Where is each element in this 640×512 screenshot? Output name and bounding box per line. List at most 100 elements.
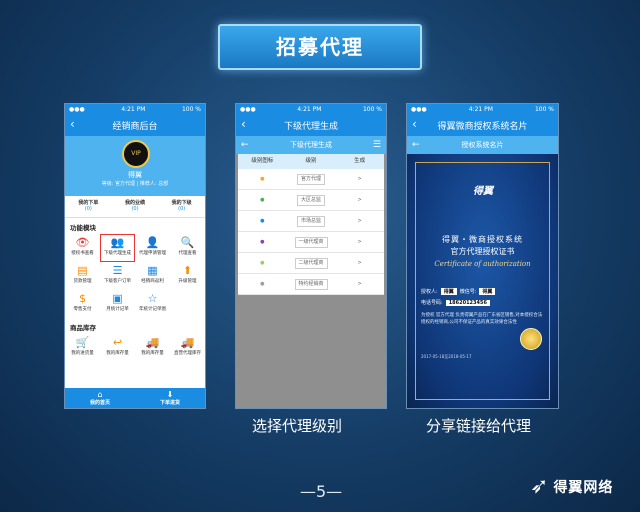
phone-dealer-backend: ●●● 4:21 PM 100 % ‹ 经销商后台 VIP 得翼 等级: 官方代… bbox=[64, 103, 206, 409]
battery-level: 100 % bbox=[181, 105, 201, 113]
slide-title: 招募代理 bbox=[218, 24, 422, 70]
stock-inventory-2[interactable]: 🚚 我的库存量 bbox=[135, 334, 170, 362]
function-auth-view[interactable]: 👁 授权书查看 bbox=[65, 234, 100, 262]
brand-footer: ➶ 得翼网络 bbox=[530, 474, 613, 499]
section-functions: 功能模块 bbox=[70, 224, 96, 232]
brand-name: 得翼网络 bbox=[553, 479, 614, 496]
user-add-icon: 👤 bbox=[145, 236, 160, 249]
chevron-right-icon[interactable]: > bbox=[335, 274, 384, 294]
back-icon[interactable]: ‹ bbox=[70, 117, 75, 131]
function-rebate[interactable]: ▦ 经销商返利 bbox=[135, 262, 170, 290]
phone-sub-agent: ●●● 4:21 PM 100 % ‹ 下级代理生成 ← 下级代理生成 ☰ 级别… bbox=[235, 103, 387, 409]
back-icon[interactable]: ‹ bbox=[412, 117, 417, 131]
profile-name: 得翼 bbox=[128, 171, 142, 179]
status-bar: ●●● 4:21 PM 100 % bbox=[407, 104, 558, 114]
function-label: 货款管理 bbox=[73, 279, 92, 284]
function-label: 零售支付 bbox=[73, 307, 92, 312]
status-time: 4:21 PM bbox=[121, 105, 146, 113]
tab-home[interactable]: ⌂ 我的首页 bbox=[65, 388, 135, 408]
level-label: 大区总监 bbox=[297, 195, 326, 206]
person-icon: ● bbox=[260, 218, 265, 224]
table-row[interactable]: ● 市场总监 > bbox=[238, 211, 384, 232]
cert-title: 得翼・微商授权系统 bbox=[442, 235, 523, 244]
stock-inventory[interactable]: ↩ 我的库存量 bbox=[100, 334, 135, 362]
stat-subordinates[interactable]: 我的下级 (0) bbox=[158, 196, 205, 217]
back-icon[interactable]: ‹ bbox=[241, 117, 246, 131]
profile-sub: 等级: 官方代理 | 推荐人: 总部 bbox=[101, 181, 169, 187]
function-upgrade[interactable]: ⬆ 升级管理 bbox=[170, 262, 205, 290]
stock-purchase[interactable]: 🛒 我的进货量 bbox=[65, 334, 100, 362]
stat-orders[interactable]: 我的下单 (0) bbox=[65, 196, 112, 217]
page-title: 经销商后台 bbox=[112, 121, 158, 132]
function-apply-manage[interactable]: 👤 代理申请管理 bbox=[135, 234, 170, 262]
chevron-right-icon[interactable]: > bbox=[335, 190, 384, 210]
caption-select-level: 选择代理级别 bbox=[252, 417, 343, 435]
table-row[interactable]: ● 官方代理 > bbox=[238, 169, 384, 190]
chevron-right-icon[interactable]: > bbox=[335, 253, 384, 273]
wx-value: 得翼 bbox=[479, 288, 496, 295]
arrow-left-icon[interactable]: ← bbox=[241, 140, 249, 150]
stock-label: 我的库存量 bbox=[141, 351, 164, 356]
stock-direct[interactable]: 🚚 直营代理库存 bbox=[170, 334, 205, 362]
chevron-right-icon[interactable]: > bbox=[335, 169, 384, 189]
sub-title: 下级代理生成 bbox=[290, 141, 332, 149]
function-monthly[interactable]: ▣ 月统计记单 bbox=[100, 290, 135, 318]
function-label: 下级客户订单 bbox=[104, 279, 131, 284]
table-row[interactable]: ● 大区总监 > bbox=[238, 190, 384, 211]
function-agent-view[interactable]: 🔍 代理查看 bbox=[170, 234, 205, 262]
seal-icon bbox=[520, 328, 542, 350]
column-header: 生成 bbox=[354, 158, 366, 164]
level-label: 特约经销商 bbox=[294, 279, 328, 290]
function-label: 升级管理 bbox=[178, 279, 197, 284]
cart-icon: 🛒 bbox=[75, 336, 90, 349]
section-stock: 商品库存 bbox=[70, 324, 96, 332]
function-sub-agent[interactable]: 👥 下级代理生成 bbox=[100, 234, 135, 262]
phone-value: 18620123456 bbox=[445, 299, 490, 306]
navbar: ‹ 经销商后台 bbox=[65, 114, 205, 136]
function-retail[interactable]: $ 零售支付 bbox=[65, 290, 100, 318]
status-bar: ●●● 4:21 PM 100 % bbox=[236, 104, 386, 114]
table-row[interactable]: ● 二级代理商 > bbox=[238, 253, 384, 274]
level-table: 级别图标 级别 生成 ● 官方代理 > ● 大区总监 > ● 市场总监 > ● … bbox=[238, 154, 384, 295]
person-icon: ● bbox=[260, 176, 265, 182]
signal-icon: ●●● bbox=[69, 105, 85, 113]
menu-icon[interactable]: ☰ bbox=[373, 140, 381, 150]
function-label: 授权书查看 bbox=[71, 251, 94, 256]
chevron-right-icon[interactable]: > bbox=[335, 232, 384, 252]
person-icon: ● bbox=[260, 239, 265, 245]
money-icon: ▤ bbox=[77, 264, 88, 277]
avatar[interactable]: VIP bbox=[122, 140, 150, 168]
level-label: 市场总监 bbox=[297, 216, 326, 227]
level-label: 二级代理商 bbox=[294, 258, 328, 269]
stat-value: (0) bbox=[131, 206, 139, 212]
table-header: 级别图标 级别 生成 bbox=[238, 154, 384, 169]
tab-order[interactable]: ⬇ 下单进货 bbox=[135, 388, 205, 408]
arrow-left-icon[interactable]: ← bbox=[412, 140, 420, 150]
chevron-right-icon[interactable]: > bbox=[335, 211, 384, 231]
table-row[interactable]: ● 一级代理商 > bbox=[238, 232, 384, 253]
stat-value: (0) bbox=[178, 206, 186, 212]
cert-subtitle: 官方代理授权证书 bbox=[450, 247, 515, 256]
signal-icon: ●●● bbox=[411, 105, 427, 113]
column-header: 级别图标 bbox=[251, 158, 274, 164]
function-payment[interactable]: ▤ 货款管理 bbox=[65, 262, 100, 290]
table-row[interactable]: ● 特约经销商 > bbox=[238, 274, 384, 295]
stock-grid: 🛒 我的进货量 ↩ 我的库存量 🚚 我的库存量 🚚 直营代理库存 bbox=[65, 334, 205, 362]
status-time: 4:21 PM bbox=[297, 105, 322, 113]
level-label: 官方代理 bbox=[297, 174, 326, 185]
status-time: 4:21 PM bbox=[468, 105, 493, 113]
car-icon: 🚚 bbox=[145, 336, 160, 349]
function-yearly[interactable]: ☆ 年统计记单图 bbox=[135, 290, 170, 318]
navbar: ‹ 得翼微商授权系统名片 bbox=[407, 114, 558, 136]
car-icon: 🚚 bbox=[180, 336, 195, 349]
subbar: ← 授权系统名片 bbox=[407, 136, 558, 154]
signal-icon: ●●● bbox=[240, 105, 256, 113]
profile-header: VIP 得翼 等级: 官方代理 | 推荐人: 总部 bbox=[65, 136, 205, 196]
stock-label: 我的库存量 bbox=[106, 351, 129, 356]
search-icon: 🔍 bbox=[180, 236, 195, 249]
page-title: 得翼微商授权系统名片 bbox=[437, 121, 528, 132]
navbar: ‹ 下级代理生成 bbox=[236, 114, 386, 136]
subbar: ← 下级代理生成 ☰ bbox=[236, 136, 386, 154]
function-sub-orders[interactable]: ☰ 下级客户订单 bbox=[100, 262, 135, 290]
stat-performance[interactable]: 我的业绩 (0) bbox=[112, 196, 159, 217]
